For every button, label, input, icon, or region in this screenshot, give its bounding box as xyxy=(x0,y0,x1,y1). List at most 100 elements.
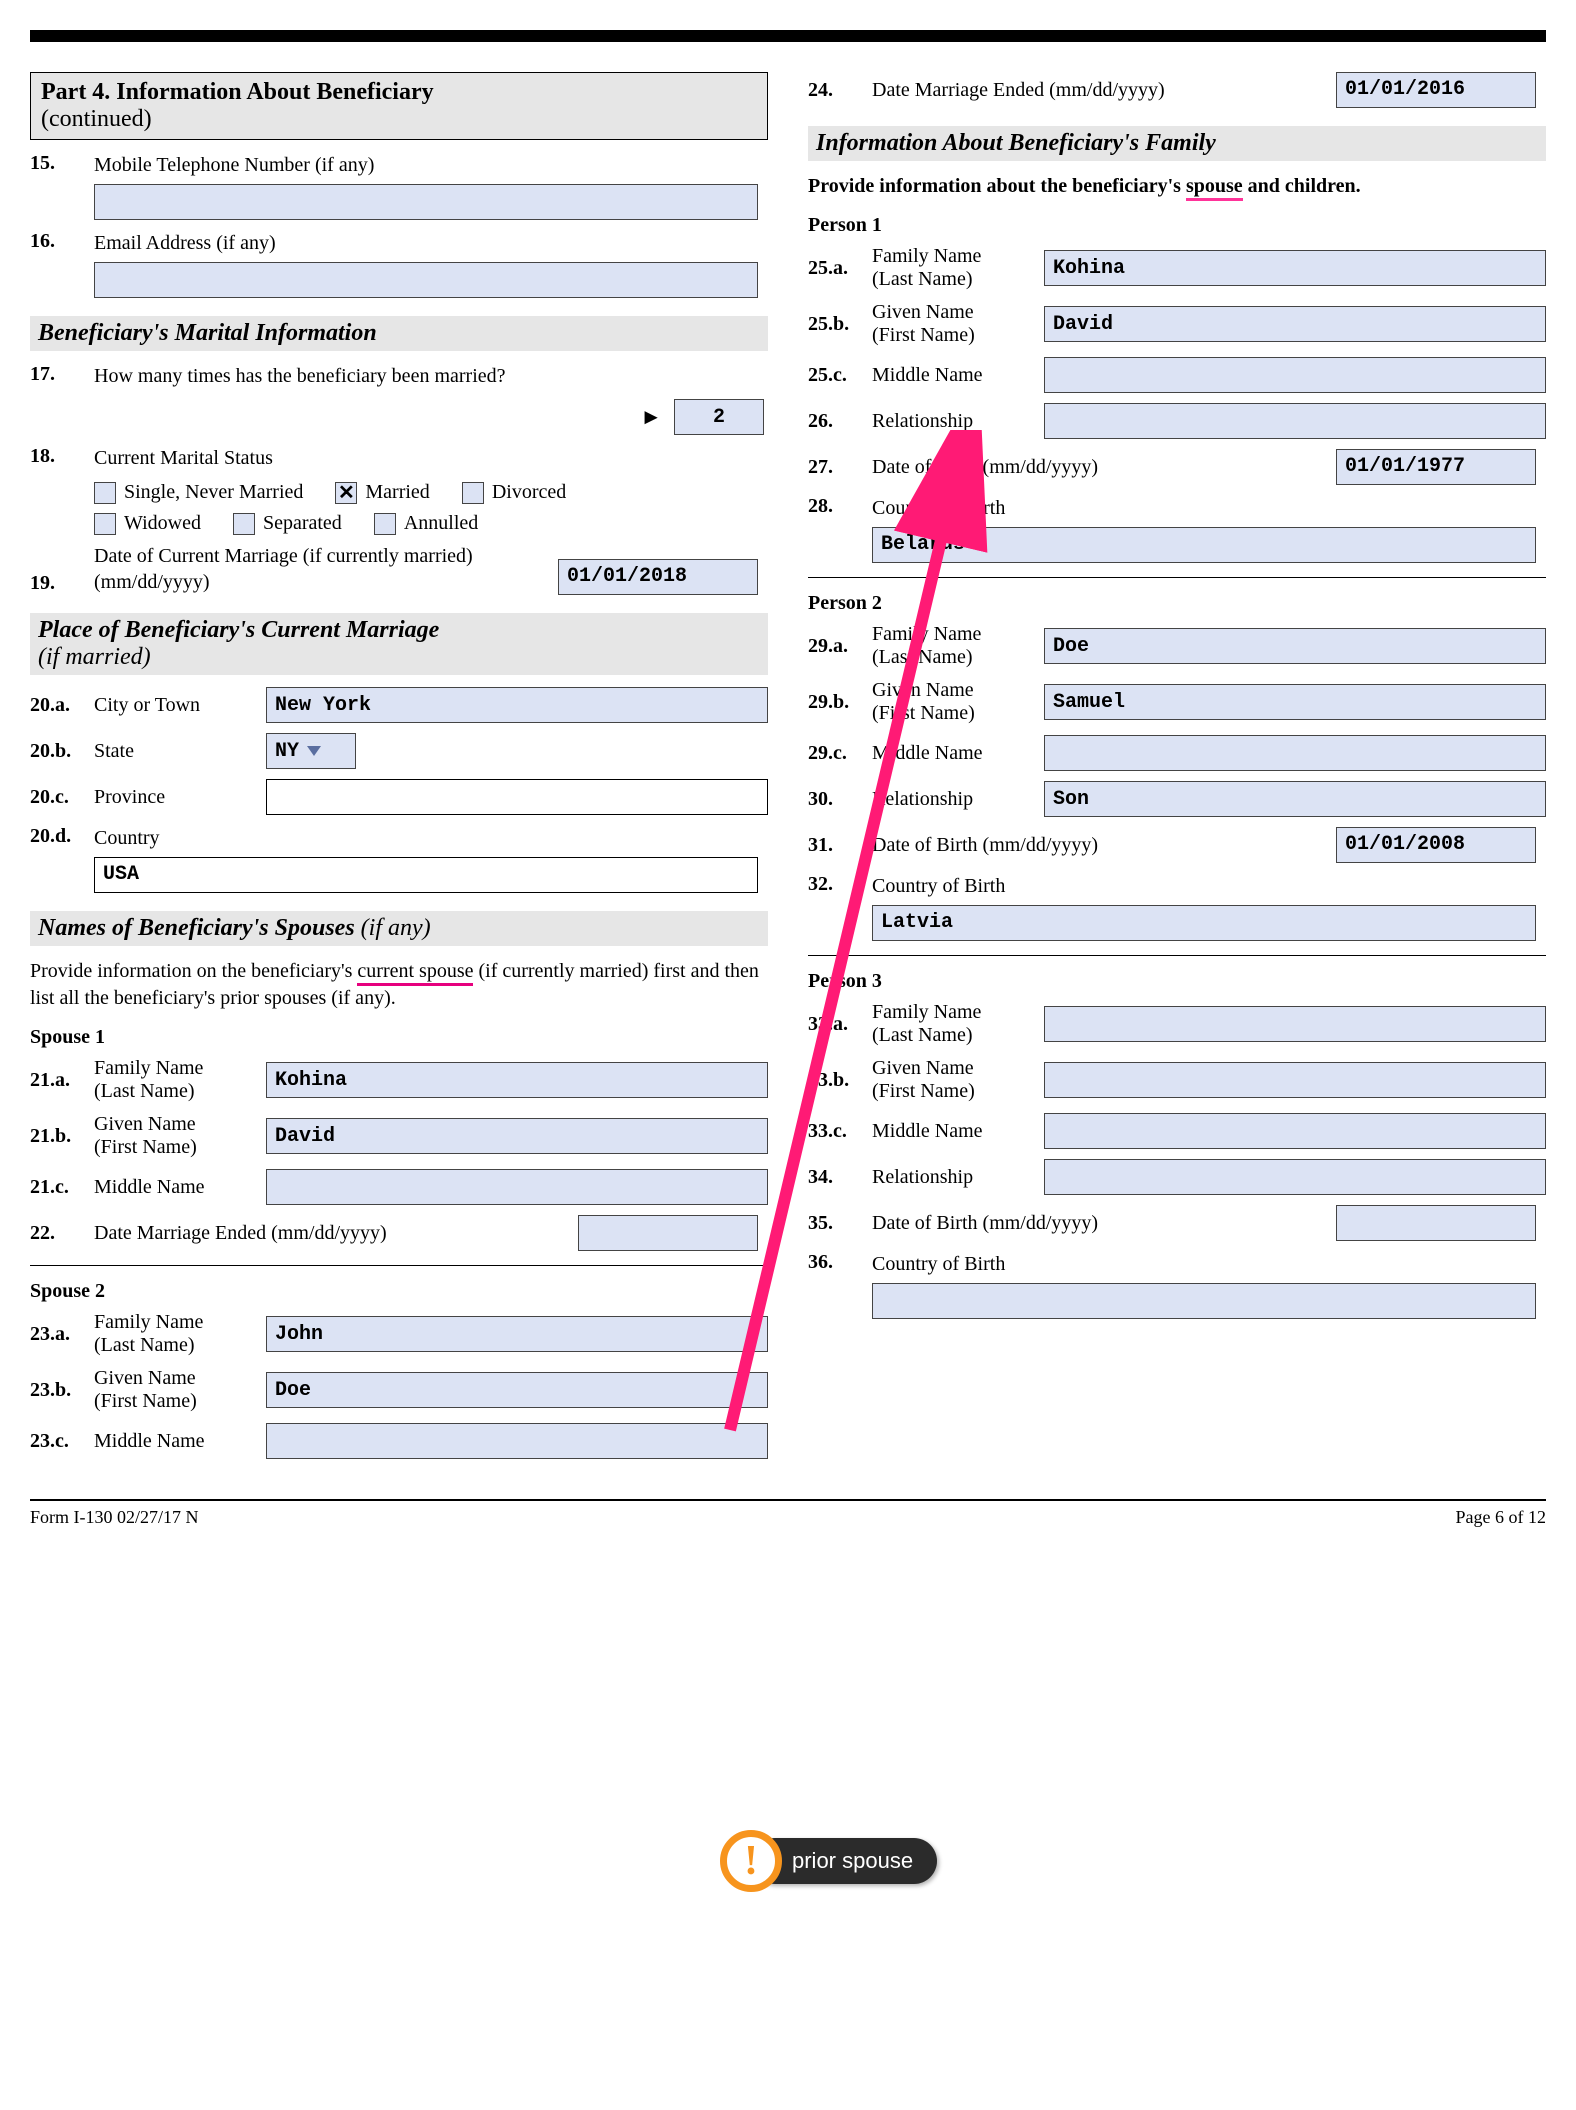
q17-input[interactable]: 2 xyxy=(674,399,764,435)
q21a-num: 21.a. xyxy=(30,1069,94,1092)
q23b-input[interactable]: Doe xyxy=(266,1372,768,1408)
q21b-num: 21.b. xyxy=(30,1125,94,1148)
q23a-num: 23.a. xyxy=(30,1323,94,1346)
q15-label: Mobile Telephone Number (if any) xyxy=(94,154,374,176)
q29b-num: 29.b. xyxy=(808,691,872,714)
left-column: Part 4. Information About Beneficiary (c… xyxy=(30,72,768,1469)
q25a-input[interactable]: Kohina xyxy=(1044,250,1546,286)
top-black-bar xyxy=(30,30,1546,42)
q19-input[interactable]: 01/01/2018 xyxy=(558,559,758,595)
q21b-input[interactable]: David xyxy=(266,1118,768,1154)
q29a-input[interactable]: Doe xyxy=(1044,628,1546,664)
q21a-input[interactable]: Kohina xyxy=(266,1062,768,1098)
chevron-down-icon xyxy=(307,746,321,756)
q25c-input[interactable] xyxy=(1044,357,1546,393)
q17-label: How many times has the beneficiary been … xyxy=(94,363,768,389)
place-marriage-header: Place of Beneficiary's Current Marriage … xyxy=(30,613,768,675)
q36-input[interactable] xyxy=(872,1283,1536,1319)
part4-header: Part 4. Information About Beneficiary (c… xyxy=(30,72,768,140)
marital-info-header: Beneficiary's Marital Information xyxy=(30,316,768,351)
spouses-header: Names of Beneficiary's Spouses (if any) xyxy=(30,911,768,946)
q30-input[interactable]: Son xyxy=(1044,781,1546,817)
q32-input[interactable]: Latvia xyxy=(872,905,1536,941)
q20d-label: Country xyxy=(94,827,160,849)
q17-num: 17. xyxy=(30,363,94,386)
part4-title: Part 4. Information About Beneficiary xyxy=(41,79,757,106)
q20d-num: 20.d. xyxy=(30,825,94,848)
warning-icon: ! xyxy=(720,1830,782,1892)
q15-input[interactable] xyxy=(94,184,758,220)
q21c-input[interactable] xyxy=(266,1169,768,1205)
q23b-num: 23.b. xyxy=(30,1379,94,1402)
q29c-label: Middle Name xyxy=(872,742,1044,765)
q35-input[interactable] xyxy=(1336,1205,1536,1241)
cb-divorced[interactable]: Divorced xyxy=(462,481,566,504)
q34-input[interactable] xyxy=(1044,1159,1546,1195)
q31-label: Date of Birth (mm/dd/yyyy) xyxy=(872,832,1326,858)
q20d-input[interactable]: USA xyxy=(94,857,758,893)
q26-label: Relationship xyxy=(872,410,1044,433)
checkbox-icon xyxy=(94,513,116,535)
q29b-label: Given Name(First Name) xyxy=(872,679,1044,725)
q16-input[interactable] xyxy=(94,262,758,298)
q18-label: Current Marital Status xyxy=(94,445,768,471)
q22-input[interactable] xyxy=(578,1215,758,1251)
q22-num: 22. xyxy=(30,1222,94,1245)
q31-input[interactable]: 01/01/2008 xyxy=(1336,827,1536,863)
person1-label: Person 1 xyxy=(808,214,1546,237)
q20a-input[interactable]: New York xyxy=(266,687,768,723)
q31-num: 31. xyxy=(808,834,872,857)
q33c-label: Middle Name xyxy=(872,1120,1044,1143)
q18-num: 18. xyxy=(30,445,94,468)
cb-single[interactable]: Single, Never Married xyxy=(94,481,303,504)
person3-label: Person 3 xyxy=(808,970,1546,993)
q26-input[interactable] xyxy=(1044,403,1546,439)
q25a-label: Family Name(Last Name) xyxy=(872,245,1044,291)
q21c-num: 21.c. xyxy=(30,1176,94,1199)
family-instruction: Provide information about the beneficiar… xyxy=(808,173,1546,200)
divider xyxy=(30,1265,768,1266)
q29c-input[interactable] xyxy=(1044,735,1546,771)
family-header: Information About Beneficiary's Family xyxy=(808,126,1546,161)
cb-annulled[interactable]: Annulled xyxy=(374,512,478,535)
q25c-label: Middle Name xyxy=(872,364,1044,387)
q32-num: 32. xyxy=(808,873,872,896)
q33c-input[interactable] xyxy=(1044,1113,1546,1149)
checkbox-icon xyxy=(94,482,116,504)
q25a-num: 25.a. xyxy=(808,257,872,280)
q19-num: 19. xyxy=(30,572,94,595)
q28-input[interactable]: Belarus xyxy=(872,527,1536,563)
q23a-label: Family Name(Last Name) xyxy=(94,1311,266,1357)
q33a-input[interactable] xyxy=(1044,1006,1546,1042)
q36-label: Country of Birth xyxy=(872,1253,1005,1275)
q25b-input[interactable]: David xyxy=(1044,306,1546,342)
q33b-label: Given Name(First Name) xyxy=(872,1057,1044,1103)
q21b-label: Given Name(First Name) xyxy=(94,1113,266,1159)
footer-form-id: Form I-130 02/27/17 N xyxy=(30,1507,199,1528)
q20a-label: City or Town xyxy=(94,694,266,717)
q20b-select[interactable]: NY xyxy=(266,733,356,769)
q23c-input[interactable] xyxy=(266,1423,768,1459)
q23b-label: Given Name(First Name) xyxy=(94,1367,266,1413)
cb-married[interactable]: ✕Married xyxy=(335,481,429,504)
q32-label: Country of Birth xyxy=(872,875,1005,897)
cb-widowed[interactable]: Widowed xyxy=(94,512,201,535)
part4-continued: (continued) xyxy=(41,106,757,133)
q20a-num: 20.a. xyxy=(30,694,94,717)
q29b-input[interactable]: Samuel xyxy=(1044,684,1546,720)
q35-num: 35. xyxy=(808,1212,872,1235)
q21c-label: Middle Name xyxy=(94,1176,266,1199)
q20c-input[interactable] xyxy=(266,779,768,815)
q22-label: Date Marriage Ended (mm/dd/yyyy) xyxy=(94,1220,568,1246)
q23a-input[interactable]: John xyxy=(266,1316,768,1352)
q25b-num: 25.b. xyxy=(808,313,872,336)
cb-separated[interactable]: Separated xyxy=(233,512,342,535)
page-footer: Form I-130 02/27/17 N Page 6 of 12 xyxy=(30,1499,1546,1528)
q27-input[interactable]: 01/01/1977 xyxy=(1336,449,1536,485)
q33a-label: Family Name(Last Name) xyxy=(872,1001,1044,1047)
spouses-instruction: Provide information on the beneficiary's… xyxy=(30,958,768,1012)
q33b-input[interactable] xyxy=(1044,1062,1546,1098)
q24-input[interactable]: 01/01/2016 xyxy=(1336,72,1536,108)
q23c-label: Middle Name xyxy=(94,1430,266,1453)
arrow-right-icon: ► xyxy=(640,404,662,430)
